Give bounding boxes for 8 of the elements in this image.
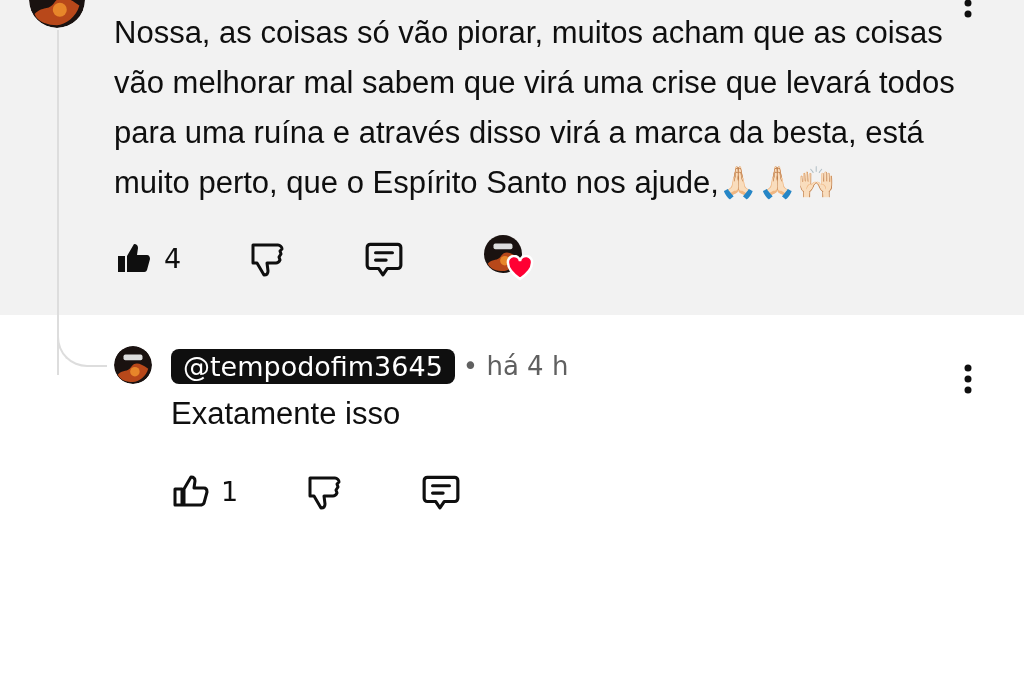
comment-text: Exatamente isso xyxy=(171,395,402,433)
channel-name-badge[interactable]: @tempodofim3645 xyxy=(171,348,455,384)
more-icon[interactable] xyxy=(964,364,972,394)
like-button[interactable]: 1 xyxy=(171,472,281,510)
like-button[interactable]: 4 xyxy=(114,239,224,277)
comment-text: Nossa, as coisas só vão piorar, muitos acham que as coisas vão melhorar mal sabem que virá uma crise que levará todos para uma ruína e através disso virá a marca da besta, está muito perto, que o Espírito Santo nos ajude,🙏🏻🙏🏻🙌🏻 xyxy=(114,14,956,202)
timestamp: • há 4 h xyxy=(462,351,569,381)
avatar-icon[interactable] xyxy=(114,346,152,384)
